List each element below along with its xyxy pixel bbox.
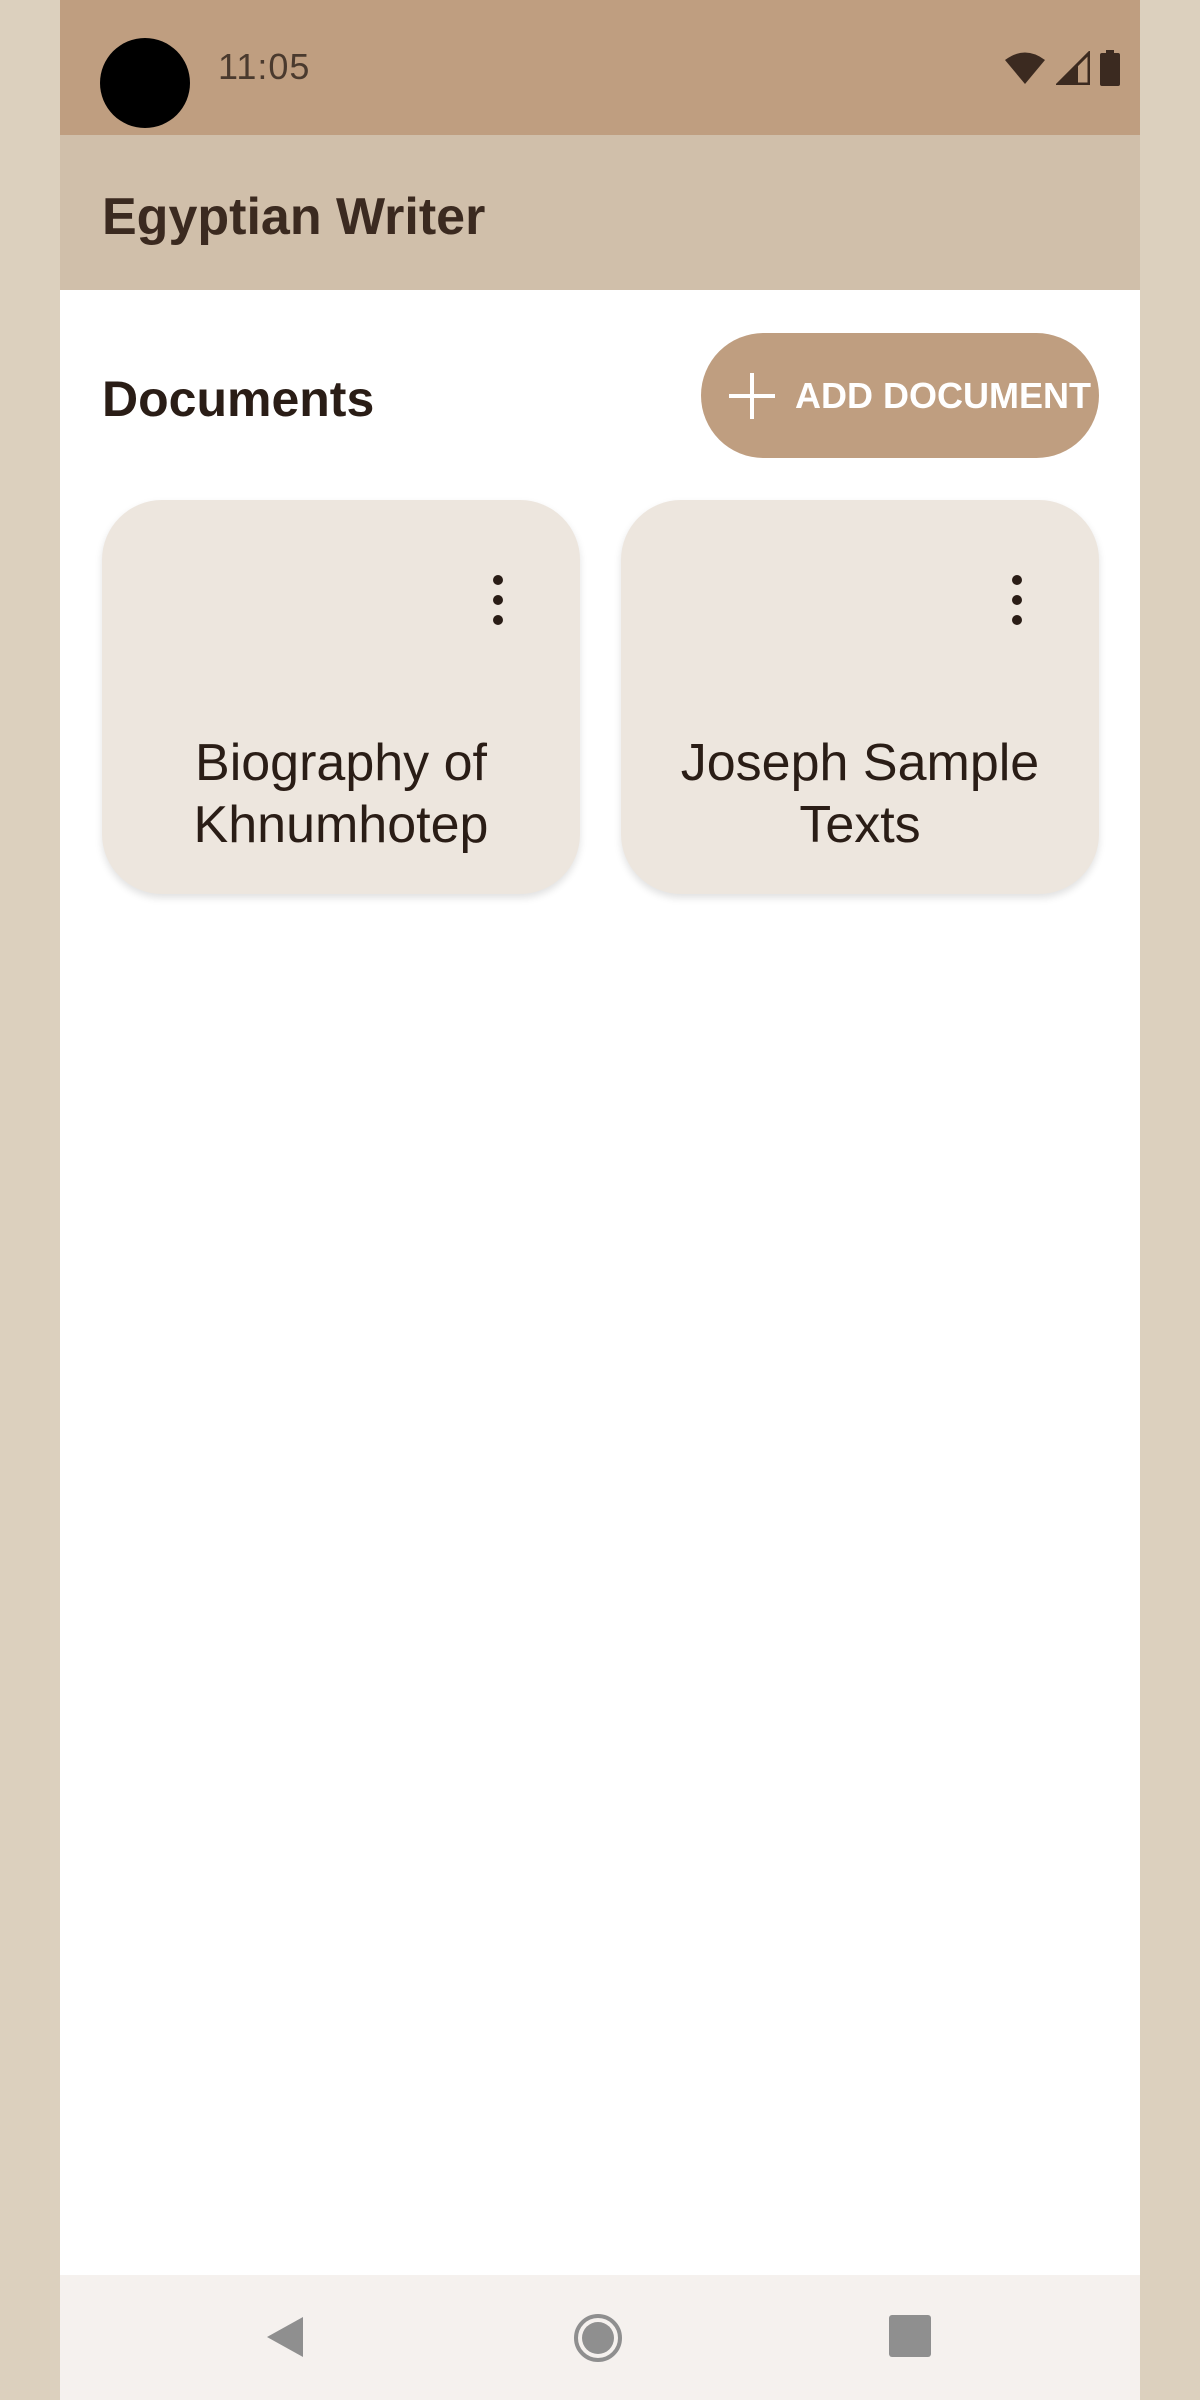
section-title: Documents (102, 371, 375, 427)
add-document-label: ADD DOCUMENT (795, 374, 1091, 416)
status-bar: 11:05 (60, 0, 1140, 135)
status-icons (1004, 50, 1120, 86)
plus-icon (729, 372, 775, 419)
document-card[interactable]: Biography of Khnumhotep (102, 500, 580, 894)
app-bar: Egyptian Writer (60, 135, 1140, 290)
camera-cutout (100, 38, 190, 128)
more-options-icon[interactable] (1007, 574, 1027, 626)
app-title: Egyptian Writer (102, 188, 486, 246)
recents-icon[interactable] (889, 2315, 931, 2357)
back-icon[interactable] (263, 2313, 307, 2361)
wifi-icon (1005, 52, 1045, 84)
signal-icon (1056, 51, 1090, 85)
navigation-bar (60, 2275, 1140, 2400)
document-title: Joseph Sample Texts (680, 734, 1040, 854)
document-title: Biography of Khnumhotep (193, 734, 489, 854)
document-card[interactable]: Joseph Sample Texts (621, 500, 1099, 894)
phone-screen: 11:05 Egyptian Writer Documents ADD DOCU… (60, 0, 1140, 2400)
add-document-button[interactable]: ADD DOCUMENT (701, 333, 1099, 458)
more-options-icon[interactable] (488, 574, 508, 626)
battery-icon (1100, 50, 1120, 86)
status-time: 11:05 (218, 46, 311, 87)
home-icon[interactable] (573, 2313, 623, 2363)
